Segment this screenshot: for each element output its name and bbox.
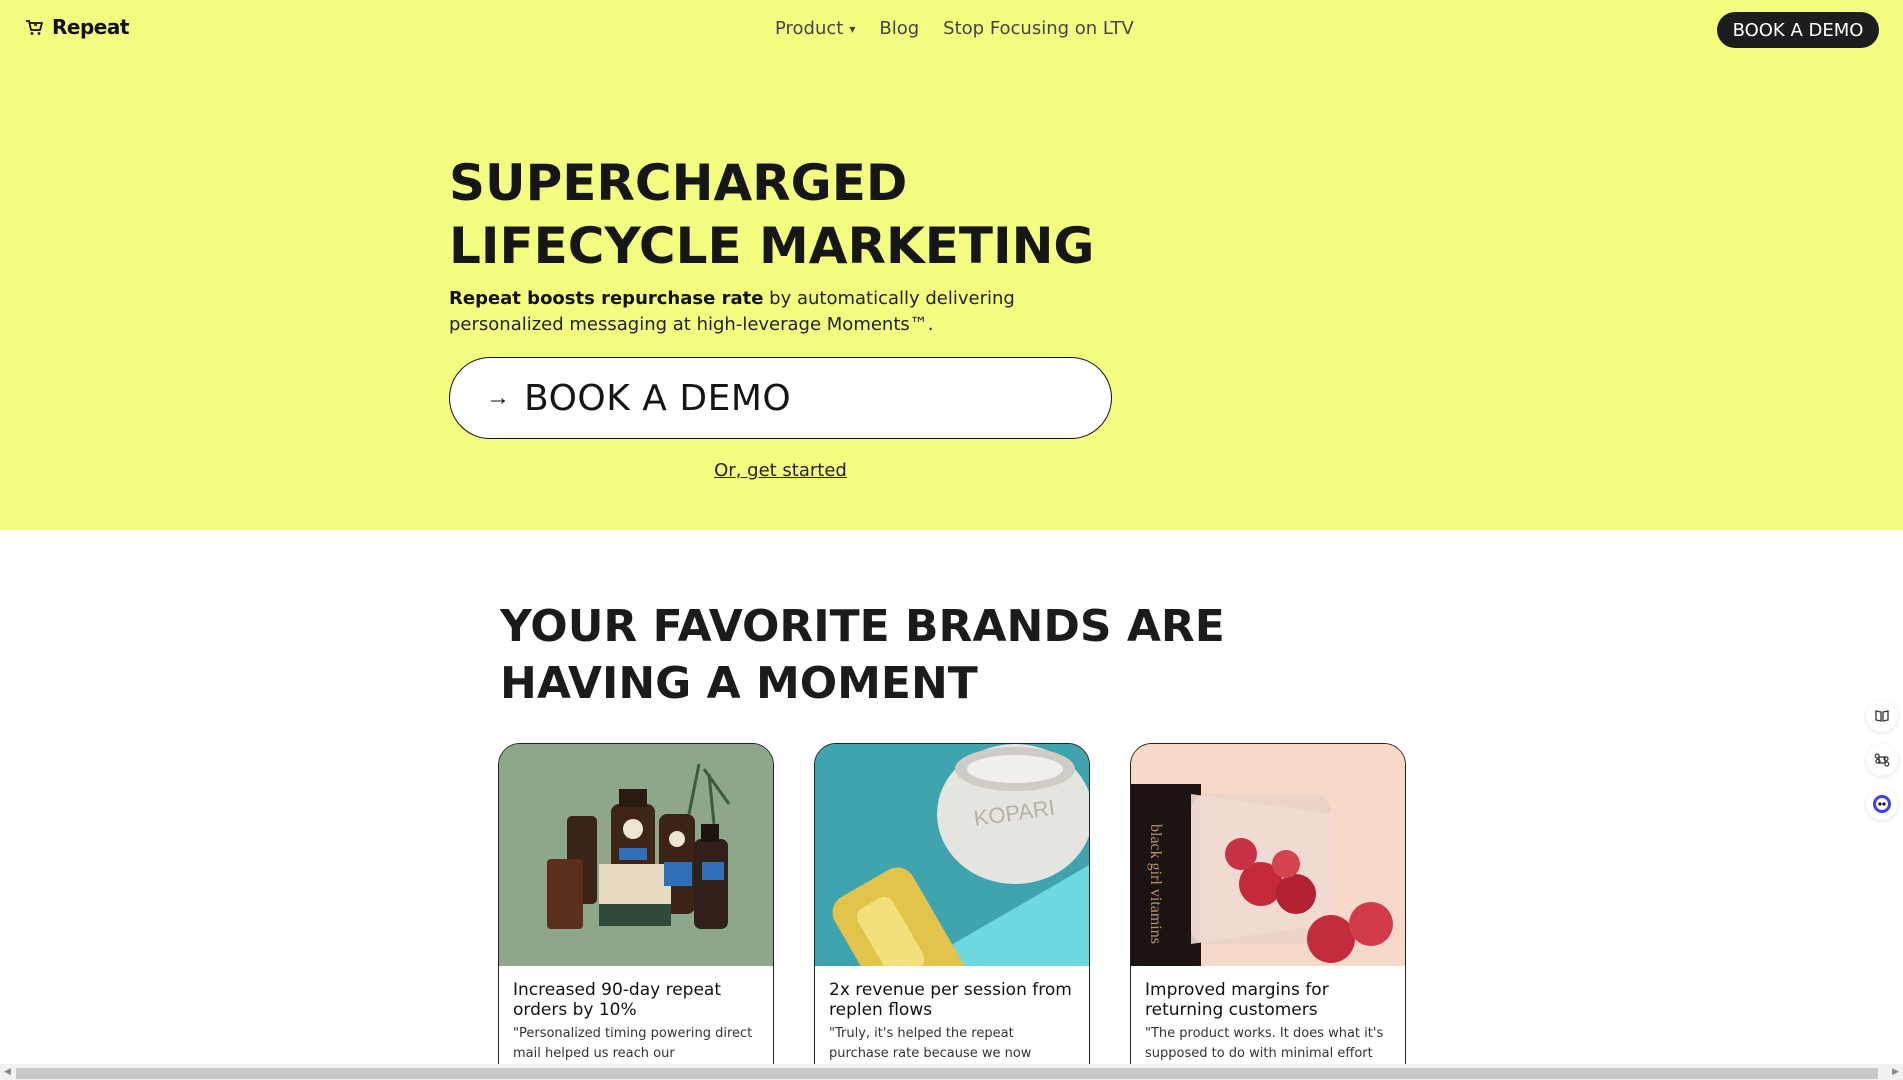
brands-title-line-1: YOUR FAVORITE BRANDS ARE: [500, 601, 1225, 652]
card-stat: Increased 90-day repeat orders by 10%: [513, 980, 721, 1020]
nav-blog-label: Blog: [879, 18, 920, 39]
nav-product-label: Product: [775, 18, 844, 39]
brand-card-kopari[interactable]: KOPARI 2x revenue per session from reple…: [814, 743, 1090, 1073]
hero-title: SUPERCHARGED LIFECYCLE MARKETING: [449, 152, 1094, 278]
svg-text:black girl vitamins: black girl vitamins: [1147, 824, 1164, 944]
hero-title-line-2: LIFECYCLE MARKETING: [449, 217, 1095, 275]
command-icon-glyph: [1874, 753, 1889, 767]
hero-subtitle: Repeat boosts repurchase rate by automat…: [449, 286, 1089, 338]
brands-title-line-2: HAVING A MOMENT: [500, 658, 978, 709]
hero-book-demo-button[interactable]: → BOOK A DEMO: [449, 357, 1112, 439]
hero-title-line-1: SUPERCHARGED: [449, 154, 908, 212]
card-stat: Improved margins for returning customers: [1145, 980, 1329, 1020]
arrow-right-icon: →: [486, 384, 510, 411]
brand-card-dr-squatch[interactable]: Increased 90-day repeat orders by 10% "P…: [498, 743, 774, 1073]
book-icon-glyph: [1874, 710, 1889, 722]
horizontal-scrollbar[interactable]: ◀ ▶: [0, 1064, 1903, 1080]
side-dock: [1860, 700, 1903, 820]
black-girl-vitamins-illustration: black girl vitamins: [1131, 744, 1405, 966]
nav-product[interactable]: Product ▾: [775, 18, 855, 39]
kopari-illustration: KOPARI: [815, 744, 1089, 966]
dr-squatch-products-illustration: [499, 744, 773, 966]
nav-blog[interactable]: Blog: [879, 18, 919, 39]
card-quote: "The product works. It does what it's su…: [1145, 1026, 1384, 1061]
logo-text: Repeat: [52, 15, 129, 39]
cart-logo-icon: [26, 20, 43, 35]
hero-section: Repeat Product ▾ Blog Stop Focusing on L…: [0, 0, 1903, 530]
kopari-product-image: KOPARI: [815, 744, 1089, 966]
logo[interactable]: Repeat: [24, 15, 129, 39]
brands-section-title: YOUR FAVORITE BRANDS ARE HAVING A MOMENT: [500, 598, 1225, 712]
get-started-link[interactable]: Or, get started: [714, 460, 847, 481]
nav-ltv-label: Stop Focusing on LTV: [943, 18, 1134, 39]
scroll-left-icon[interactable]: ◀: [4, 1066, 11, 1077]
main-nav: Product ▾ Blog Stop Focusing on LTV: [775, 18, 1134, 39]
hero-book-demo-label: BOOK A DEMO: [524, 377, 792, 419]
scrollbar-thumb[interactable]: [16, 1068, 1878, 1079]
nav-book-demo-button[interactable]: BOOK A DEMO: [1717, 12, 1879, 48]
assistant-face-icon[interactable]: [1865, 788, 1898, 820]
card-quote: "Personalized timing powering direct mai…: [513, 1026, 753, 1061]
hero-subtitle-bold: Repeat boosts repurchase rate: [449, 288, 764, 309]
assistant-face-glyph: [1872, 795, 1891, 813]
scroll-right-icon[interactable]: ▶: [1892, 1066, 1899, 1077]
card-stat: 2x revenue per session from replen flows: [829, 980, 1072, 1020]
card-quote: "Truly, it's helped the repeat purchase …: [829, 1026, 1032, 1061]
chevron-down-icon: ▾: [849, 21, 856, 36]
get-started-container: Or, get started: [449, 460, 1112, 481]
book-icon[interactable]: [1865, 700, 1898, 732]
black-girl-vitamins-image: black girl vitamins: [1131, 744, 1405, 966]
brand-card-black-girl-vitamins[interactable]: black girl vitamins Improved margins for…: [1130, 743, 1406, 1073]
command-icon[interactable]: [1865, 744, 1898, 776]
nav-stop-focusing-ltv[interactable]: Stop Focusing on LTV: [943, 18, 1134, 39]
dr-squatch-products-image: [499, 744, 773, 966]
